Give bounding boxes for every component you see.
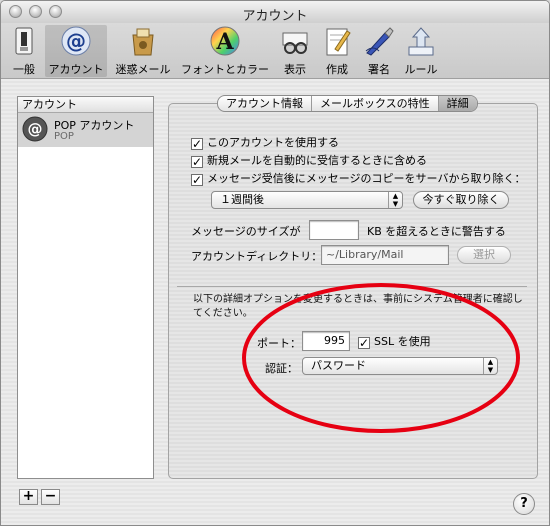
junk-bag-icon [132,28,154,56]
toolbar: 一般 @ アカウント 迷惑メール A フォントとカラー 表示 作成 署名 ルール [1,23,549,79]
help-button[interactable]: ? [513,493,535,515]
accounts-list-header: アカウント [18,97,153,113]
rules-icon [408,27,434,56]
accounts-list: アカウント @ POP アカウント POP [17,96,154,479]
include-auto-row[interactable]: ✓ 新規メールを自動的に受信するときに含める [191,152,427,168]
glasses-icon [282,32,308,54]
toolbar-general[interactable]: 一般 [7,25,41,77]
at-sign-icon: @ [61,26,91,56]
auth-popup[interactable]: パスワード ▲ ▼ [302,357,498,375]
preferences-window: アカウント 一般 @ アカウント 迷惑メール A フォントとカラー 表示 作成 … [0,0,550,526]
select-directory-button[interactable]: 選択 [457,246,511,264]
add-account-button[interactable]: + [19,489,38,505]
pencil-paper-icon [326,28,351,56]
popup-arrows-icon: ▲ ▼ [388,192,402,208]
account-type: POP [54,131,74,142]
msgsize-suffix: KB を超えるときに警告する [367,225,506,238]
title-bar: アカウント [1,1,549,24]
account-directory-label: アカウントディレクトリ： [191,250,323,263]
enable-account-checkbox[interactable]: ✓ [191,138,203,150]
port-label: ポート： [257,337,301,350]
toolbar-accounts[interactable]: @ アカウント [45,25,107,77]
include-auto-checkbox[interactable]: ✓ [191,156,203,168]
port-input[interactable]: 995 [302,331,350,351]
svg-text:@: @ [66,29,86,53]
popup-arrows-icon: ▲ ▼ [483,358,497,374]
svg-text:A: A [215,29,234,55]
admin-note: 以下の詳細オプションを変更するときは、事前にシステム管理者に確認してください。 [193,294,523,319]
enable-account-row[interactable]: ✓ このアカウントを使用する [191,134,339,150]
account-row-pop[interactable]: @ POP アカウント POP [18,113,153,147]
ssl-checkbox[interactable]: ✓ [358,337,370,349]
tab-bar: アカウント情報 メールボックスの特性 詳細 [217,95,478,112]
remove-account-button[interactable]: − [41,489,60,505]
toolbar-rules[interactable]: ルール [401,25,441,77]
toolbar-fonts-colors[interactable]: A フォントとカラー [177,25,273,77]
msgsize-label: メッセージのサイズが [191,225,301,238]
toolbar-composing[interactable]: 作成 [319,25,355,77]
auth-label: 認証： [265,362,298,375]
toolbar-junk[interactable]: 迷惑メール [111,25,175,77]
tab-advanced[interactable]: 詳細 [438,96,477,111]
remove-copy-checkbox[interactable]: ✓ [191,174,203,186]
remove-after-popup[interactable]: １週間後 ▲ ▼ [211,191,403,209]
remove-now-button[interactable]: 今すぐ取り除く [413,191,509,209]
switch-icon [15,27,33,55]
tab-account-info[interactable]: アカウント情報 [218,96,312,111]
window-title: アカウント [242,9,308,24]
pen-icon [365,27,394,56]
divider [177,286,527,287]
ssl-row[interactable]: ✓ SSL を使用 [358,333,431,349]
remove-copy-row[interactable]: ✓ メッセージ受信後にメッセージのコピーをサーバから取り除く： [191,170,525,186]
svg-text:@: @ [28,120,43,138]
toolbar-viewing[interactable]: 表示 [277,25,313,77]
msgsize-input[interactable] [309,220,359,240]
toolbar-signatures[interactable]: 署名 [361,25,397,77]
font-color-icon: A [210,26,240,56]
tab-mailbox-behaviors[interactable]: メールボックスの特性 [312,96,439,111]
account-directory-field: ~/Library/Mail [321,245,449,265]
at-sign-icon: @ [22,116,48,142]
